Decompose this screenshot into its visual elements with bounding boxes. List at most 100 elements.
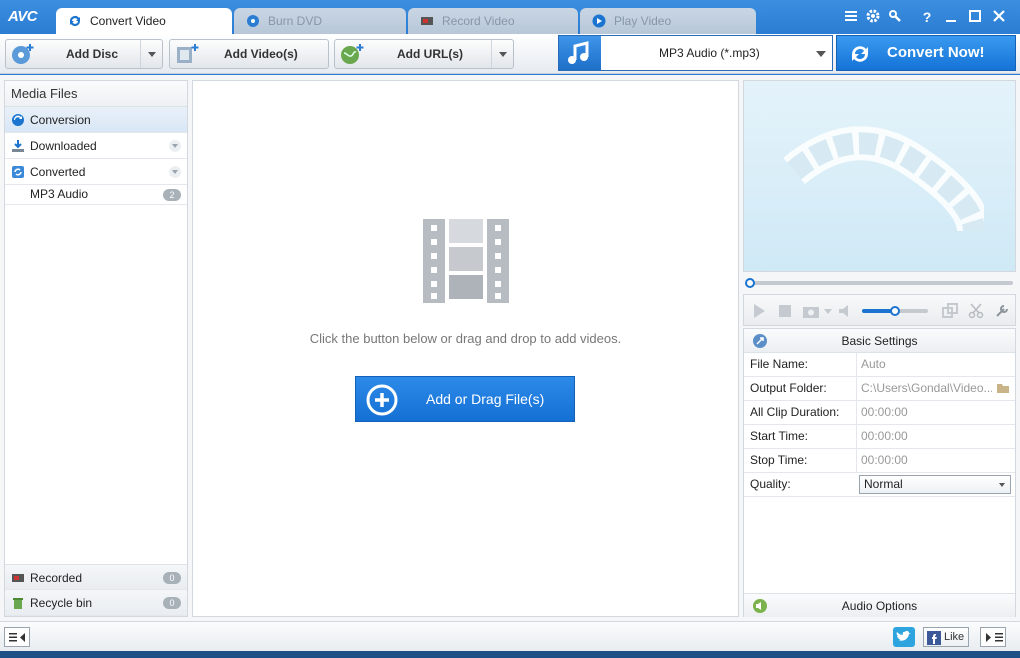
toggle-left-panel-button[interactable] — [4, 627, 30, 647]
like-label: Like — [944, 631, 965, 643]
audio-options-header[interactable]: Audio Options — [744, 593, 1015, 617]
tab-label: Play Video — [614, 14, 672, 28]
help-icon[interactable]: ? — [918, 8, 936, 26]
setting-start-time: Start Time: 00:00:00 — [744, 425, 1015, 449]
tab-label: Burn DVD — [268, 14, 323, 28]
quality-select[interactable]: Normal — [859, 475, 1011, 494]
setting-label: All Clip Duration: — [750, 405, 840, 419]
music-note-icon — [559, 36, 601, 70]
file-name-field[interactable]: Auto — [856, 353, 1015, 376]
output-folder-field[interactable]: C:\Users\Gondal\Video... — [856, 377, 992, 400]
tab-burn-dvd[interactable]: Burn DVD — [234, 8, 406, 34]
add-url-label: Add URL(s) — [397, 47, 463, 61]
volume-icon[interactable] — [838, 303, 854, 319]
add-video-icon — [177, 44, 199, 63]
film-strip-icon — [423, 219, 509, 303]
stop-icon[interactable] — [778, 304, 792, 318]
sidebar-item-conversion[interactable]: Conversion — [5, 107, 187, 133]
add-or-drag-files-label: Add or Drag File(s) — [426, 391, 545, 407]
gear-icon[interactable] — [864, 8, 882, 26]
add-disc-label: Add Disc — [66, 47, 119, 61]
count-badge: 2 — [163, 189, 181, 201]
media-files-header: Media Files — [5, 81, 187, 107]
record-icon — [421, 17, 433, 25]
facebook-icon — [927, 631, 941, 645]
tab-play-video[interactable]: Play Video — [580, 8, 756, 34]
add-url-dropdown[interactable] — [491, 40, 513, 68]
preview-and-settings-panel: Basic Settings File Name: Auto Output Fo… — [743, 80, 1016, 617]
setting-stop-time: Stop Time: 00:00:00 — [744, 449, 1015, 473]
output-format-label: MP3 Audio (*.mp3) — [659, 46, 760, 60]
convert-now-label: Convert Now! — [887, 44, 985, 61]
seek-handle[interactable] — [745, 278, 755, 288]
add-disc-button[interactable]: Add Disc — [5, 39, 163, 69]
setting-label: Output Folder: — [750, 381, 827, 395]
sidebar-item-recorded[interactable]: Recorded 0 — [5, 564, 187, 590]
menu-icon[interactable] — [842, 8, 860, 26]
seek-bar[interactable] — [743, 276, 1016, 290]
facebook-like-button[interactable]: Like — [923, 627, 969, 647]
basic-settings-panel: Basic Settings File Name: Auto Output Fo… — [743, 328, 1016, 617]
start-time-field[interactable]: 00:00:00 — [856, 425, 1015, 448]
sidebar-item-recycle-bin[interactable]: Recycle bin 0 — [5, 590, 187, 616]
scissors-icon[interactable] — [968, 303, 984, 319]
tools-icon[interactable] — [886, 8, 904, 26]
sidebar-item-converted[interactable]: Converted — [5, 159, 187, 185]
setting-label: File Name: — [750, 357, 809, 371]
count-badge: 0 — [163, 572, 181, 584]
sidebar-item-label: Recycle bin — [30, 596, 93, 610]
minimize-icon[interactable] — [942, 8, 960, 26]
toggle-right-panel-button[interactable] — [980, 627, 1006, 647]
file-drop-area[interactable]: Click the button below or drag and drop … — [192, 80, 739, 617]
basic-settings-title: Basic Settings — [841, 334, 918, 348]
chevron-down-icon[interactable] — [824, 307, 832, 315]
wrench-icon[interactable] — [994, 303, 1010, 319]
output-format-select[interactable]: MP3 Audio (*.mp3) — [558, 35, 833, 71]
basic-settings-header[interactable]: Basic Settings — [744, 329, 1015, 353]
merge-icon[interactable] — [942, 303, 958, 319]
drop-hint: Click the button below or drag and drop … — [309, 331, 622, 346]
sidebar-item-downloaded[interactable]: Downloaded — [5, 133, 187, 159]
plus-circle-icon — [366, 384, 398, 416]
download-icon — [12, 140, 24, 152]
convert-icon — [70, 16, 80, 26]
add-or-drag-files-button[interactable]: Add or Drag File(s) — [355, 376, 575, 422]
globe-icon — [341, 44, 364, 64]
taskbar-strip — [0, 651, 1020, 658]
chevron-down-icon[interactable] — [810, 36, 832, 70]
sidebar-item-label: Conversion — [30, 113, 91, 127]
tab-convert-video[interactable]: Convert Video — [56, 8, 232, 34]
play-icon[interactable] — [752, 303, 766, 319]
convert-now-button[interactable]: Convert Now! — [836, 35, 1016, 71]
stop-time-field[interactable]: 00:00:00 — [856, 449, 1015, 472]
video-preview — [743, 80, 1016, 272]
count-badge: 0 — [163, 597, 181, 609]
play-icon — [592, 14, 606, 28]
add-disc-dropdown[interactable] — [140, 40, 162, 68]
add-videos-button[interactable]: Add Video(s) — [169, 39, 329, 69]
audio-options-title: Audio Options — [841, 599, 918, 613]
folder-icon[interactable] — [996, 382, 1010, 394]
disc-icon — [247, 15, 259, 27]
chevron-down-icon[interactable] — [169, 140, 181, 152]
sidebar-item-mp3-audio[interactable]: MP3 Audio 2 — [5, 185, 187, 205]
snapshot-icon[interactable] — [802, 303, 820, 319]
film-reel-watermark-icon — [784, 126, 984, 233]
duration-value: 00:00:00 — [856, 401, 1015, 424]
setting-label: Quality: — [750, 477, 791, 491]
add-url-button[interactable]: Add URL(s) — [334, 39, 514, 69]
sidebar-item-label: MP3 Audio — [30, 187, 89, 201]
tab-record-video[interactable]: Record Video — [408, 8, 578, 34]
tab-label: Record Video — [442, 14, 515, 28]
settings-icon — [753, 334, 767, 348]
chevron-down-icon[interactable] — [169, 166, 181, 178]
add-disc-icon — [12, 44, 34, 64]
setting-label: Start Time: — [750, 429, 809, 443]
close-icon[interactable] — [990, 8, 1008, 26]
twitter-icon[interactable] — [893, 627, 915, 647]
maximize-icon[interactable] — [966, 8, 984, 26]
audio-icon — [753, 599, 767, 613]
volume-handle[interactable] — [890, 306, 900, 316]
setting-file-name: File Name: Auto — [744, 353, 1015, 377]
tab-label: Convert Video — [90, 14, 166, 28]
